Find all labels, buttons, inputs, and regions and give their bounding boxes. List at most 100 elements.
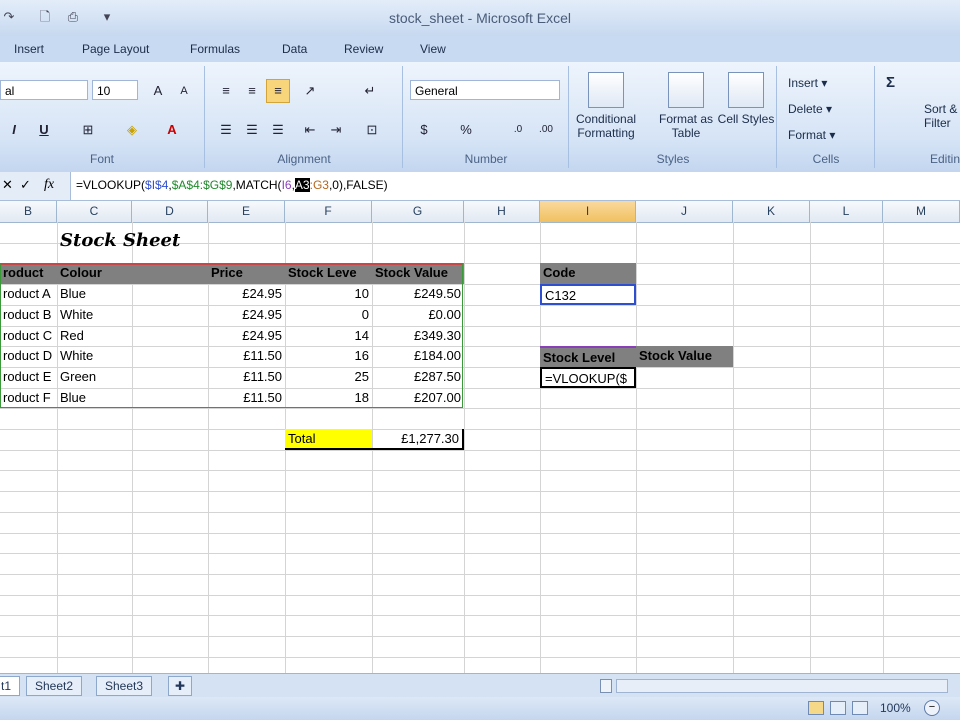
worksheet-grid[interactable]: Stock Sheet roduct Colour Price Stock Leve St…	[0, 222, 960, 678]
borders-icon[interactable]: ⊞	[76, 118, 100, 142]
table-cell[interactable]: White	[57, 346, 132, 367]
fill-color-icon[interactable]: ◈	[120, 118, 144, 142]
split-handle[interactable]	[600, 679, 612, 693]
formula-input[interactable]: =VLOOKUP($I$4,$A$4:$G$9,MATCH(I6,A3:G3,0…	[76, 178, 388, 192]
column-header-m[interactable]: M	[883, 201, 960, 222]
increase-indent-icon[interactable]: ⇥	[324, 118, 348, 142]
column-header-l[interactable]: L	[810, 201, 883, 222]
wrap-text-icon[interactable]: ↵	[358, 79, 382, 103]
shrink-font-icon[interactable]: A	[172, 79, 196, 103]
table-cell[interactable]	[132, 284, 208, 305]
table-cell[interactable]: roduct D	[0, 346, 57, 367]
table-header[interactable]: roduct	[0, 263, 57, 284]
table-cell[interactable]: Green	[57, 367, 132, 388]
table-cell[interactable]	[132, 346, 208, 367]
table-cell[interactable]: £24.95	[208, 326, 285, 347]
code-input[interactable]: C132	[540, 284, 636, 305]
table-cell[interactable]: £24.95	[208, 284, 285, 305]
table-header[interactable]: Stock Value	[372, 263, 464, 284]
tab-page-layout[interactable]: Page Layout	[82, 42, 149, 56]
column-header-b[interactable]: B	[0, 201, 57, 222]
sheet-tab-2[interactable]: Sheet2	[26, 676, 83, 696]
sheet-title[interactable]: Stock Sheet	[57, 228, 208, 254]
currency-icon[interactable]: $	[412, 118, 436, 142]
table-cell[interactable]: 18	[285, 388, 372, 409]
column-header-k[interactable]: K	[733, 201, 810, 222]
lookup-stock-value-header[interactable]: Stock Value	[636, 346, 733, 367]
table-cell[interactable]: £249.50	[372, 284, 464, 305]
column-header-f[interactable]: F	[285, 201, 372, 222]
font-name-box[interactable]: al	[0, 80, 88, 100]
format-cells-button[interactable]: Format ▾	[788, 124, 835, 146]
tab-insert[interactable]: Insert	[14, 42, 44, 56]
table-cell[interactable]: 0	[285, 305, 372, 326]
sheet-tab-1[interactable]: t1	[0, 676, 21, 696]
column-header-d[interactable]: D	[132, 201, 208, 222]
align-middle-icon[interactable]: ≡	[240, 79, 264, 103]
total-value[interactable]: £1,277.30	[372, 429, 464, 450]
column-header-c[interactable]: C	[57, 201, 132, 222]
table-header[interactable]: Stock Leve	[285, 263, 372, 284]
column-header-h[interactable]: H	[464, 201, 540, 222]
tab-data[interactable]: Data	[282, 42, 307, 56]
table-cell[interactable]: roduct B	[0, 305, 57, 326]
active-cell-editing[interactable]: =VLOOKUP($	[540, 367, 636, 388]
autosum-icon[interactable]: Σ	[886, 72, 895, 94]
enter-icon[interactable]: ✓	[20, 177, 31, 193]
sort-filter-button[interactable]: Sort & Filter	[924, 102, 957, 130]
table-cell[interactable]: Blue	[57, 284, 132, 305]
tab-review[interactable]: Review	[344, 42, 383, 56]
tab-formulas[interactable]: Formulas	[190, 42, 240, 56]
table-cell[interactable]: £11.50	[208, 367, 285, 388]
cell-styles-button[interactable]: Cell Styles	[716, 68, 776, 126]
delete-cells-button[interactable]: Delete ▾	[788, 98, 832, 120]
underline-icon[interactable]: U	[32, 118, 56, 142]
orientation-icon[interactable]: ↗	[298, 79, 322, 103]
table-cell[interactable]: roduct C	[0, 326, 57, 347]
italic-icon[interactable]: I	[2, 118, 26, 142]
number-format-box[interactable]: General	[410, 80, 560, 100]
insert-sheet-icon[interactable]: ✚	[168, 676, 193, 696]
tab-view[interactable]: View	[420, 42, 446, 56]
column-header-g[interactable]: G	[372, 201, 464, 222]
conditional-formatting-button[interactable]: Conditional Formatting	[576, 68, 636, 140]
cancel-icon[interactable]: ✕	[2, 177, 13, 193]
column-header-j[interactable]: J	[636, 201, 733, 222]
align-right-icon[interactable]: ☰	[266, 118, 290, 142]
table-cell[interactable]: £11.50	[208, 388, 285, 409]
total-label[interactable]: Total	[285, 429, 372, 450]
align-center-icon[interactable]: ☰	[240, 118, 264, 142]
table-cell[interactable]: White	[57, 305, 132, 326]
table-cell[interactable]: £349.30	[372, 326, 464, 347]
table-header[interactable]: Price	[208, 263, 285, 284]
format-as-table-button[interactable]: Format as Table	[656, 68, 716, 140]
table-cell[interactable]	[132, 388, 208, 409]
table-cell[interactable]: roduct A	[0, 284, 57, 305]
grow-font-icon[interactable]: A	[146, 79, 170, 103]
table-cell[interactable]: roduct E	[0, 367, 57, 388]
merge-center-icon[interactable]: ⊡	[360, 118, 384, 142]
page-break-view-icon[interactable]	[852, 701, 868, 715]
table-cell[interactable]: roduct F	[0, 388, 57, 409]
align-top-icon[interactable]: ≡	[214, 79, 238, 103]
table-header[interactable]: Colour	[57, 263, 132, 284]
zoom-out-icon[interactable]: −	[924, 700, 940, 716]
page-layout-view-icon[interactable]	[830, 701, 846, 715]
horizontal-scrollbar[interactable]	[616, 679, 948, 693]
table-cell[interactable]	[132, 326, 208, 347]
table-cell[interactable]: Red	[57, 326, 132, 347]
table-cell[interactable]: 14	[285, 326, 372, 347]
normal-view-icon[interactable]	[808, 701, 824, 715]
table-cell[interactable]: 25	[285, 367, 372, 388]
code-header[interactable]: Code	[540, 263, 636, 284]
decrease-indent-icon[interactable]: ⇤	[298, 118, 322, 142]
align-bottom-icon[interactable]: ≡	[266, 79, 290, 103]
table-cell[interactable]: £0.00	[372, 305, 464, 326]
decrease-decimal-icon[interactable]: .00	[534, 118, 558, 142]
table-cell[interactable]: £207.00	[372, 388, 464, 409]
increase-decimal-icon[interactable]: .0	[506, 118, 530, 142]
table-cell[interactable]: £24.95	[208, 305, 285, 326]
align-left-icon[interactable]: ☰	[214, 118, 238, 142]
column-header-i[interactable]: I	[540, 201, 636, 222]
table-cell[interactable]	[132, 367, 208, 388]
